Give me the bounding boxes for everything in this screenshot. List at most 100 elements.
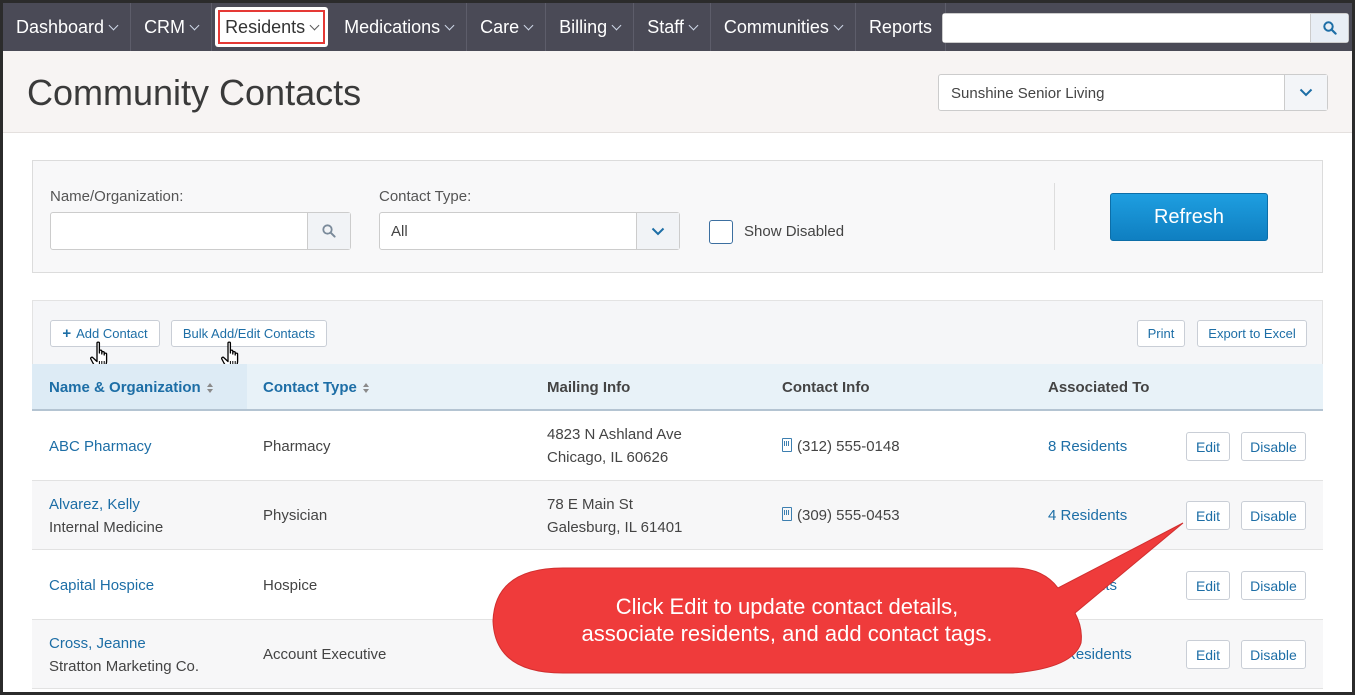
column-header-mailing: Mailing Info	[547, 379, 631, 396]
contact-name-link[interactable]: Cross, Jeanne	[49, 632, 146, 655]
top-nav: Dashboard CRM Residents Medications Care…	[3, 3, 1352, 51]
nav-label: Dashboard	[16, 16, 105, 37]
nav-label: Communities	[723, 16, 829, 37]
column-header-contact: Contact Info	[782, 379, 870, 396]
show-disabled-label: Show Disabled	[744, 223, 845, 240]
nav-crm[interactable]: CRM	[131, 3, 213, 51]
table-row: ABC Pharmacy Pharmacy 4823 N Ashland Ave…	[32, 412, 1323, 481]
chevron-down-icon	[444, 20, 455, 30]
column-header-type[interactable]: Contact Type	[263, 379, 370, 396]
nav-label: Billing	[559, 16, 608, 37]
sort-icon	[362, 383, 370, 394]
nav-label: Residents	[225, 16, 306, 37]
refresh-button[interactable]: Refresh	[1110, 193, 1268, 241]
chevron-down-icon	[651, 227, 665, 235]
bulk-edit-button[interactable]: Bulk Add/Edit Contacts	[171, 320, 327, 347]
plus-icon: +	[62, 325, 72, 342]
contact-type-dropdown-button[interactable]	[636, 213, 679, 249]
disable-button[interactable]: Disable	[1241, 571, 1306, 600]
global-search-button[interactable]	[1310, 14, 1348, 42]
contact-phone: (312) 555-0148	[782, 435, 900, 458]
nav-medications[interactable]: Medications	[331, 3, 468, 51]
edit-button[interactable]: Edit	[1186, 571, 1230, 600]
filter-panel: Name/Organization: Contact Type: All Sho…	[32, 160, 1323, 273]
nav-staff[interactable]: Staff	[634, 3, 711, 51]
mailing-line-1: 4823 N Ashland Ave	[547, 426, 682, 443]
office-phone-icon	[782, 507, 792, 521]
disable-button[interactable]: Disable	[1241, 640, 1306, 669]
mailing-line-1: 78 E Main St	[547, 496, 633, 513]
mailing-line-2: Galesburg, IL 61401	[547, 519, 683, 536]
community-dropdown-button[interactable]	[1284, 75, 1327, 110]
contact-organization: Stratton Marketing Co.	[49, 658, 200, 675]
contact-type: Account Executive	[263, 646, 387, 663]
nav-label: Staff	[647, 16, 684, 37]
nav-label: CRM	[144, 16, 186, 37]
name-filter-input[interactable]	[50, 212, 351, 250]
table-row: Alvarez, Kelly Internal Medicine Physici…	[32, 481, 1323, 550]
callout-text: Click Edit to update contact details, as…	[492, 593, 1082, 647]
disable-button[interactable]: Disable	[1241, 501, 1306, 530]
phone-number: (312) 555-0148	[797, 438, 900, 455]
show-disabled-checkbox[interactable]	[709, 220, 733, 244]
community-select-value: Sunshine Senior Living	[951, 85, 1105, 102]
name-filter-label: Name/Organization:	[50, 188, 184, 205]
contact-phone: (309) 555-0453	[782, 504, 900, 527]
column-header-name[interactable]: Name & Organization	[49, 379, 214, 396]
nav-care[interactable]: Care	[467, 3, 547, 51]
phone-number: (309) 555-0453	[797, 507, 900, 524]
callout-line-1: Click Edit to update contact details,	[615, 594, 959, 619]
page-title: Community Contacts	[27, 72, 362, 113]
add-contact-label: Add Contact	[76, 326, 148, 341]
table-header: Name & Organization Contact Type Mailing…	[32, 364, 1323, 411]
search-icon	[322, 224, 336, 238]
filter-divider	[1054, 183, 1055, 250]
associated-residents-link[interactable]: nts	[1097, 574, 1117, 597]
name-search-button[interactable]	[307, 213, 350, 249]
global-search-input[interactable]	[943, 14, 1308, 42]
chevron-down-icon	[309, 20, 320, 30]
chevron-down-icon	[189, 20, 200, 30]
contact-name-link[interactable]: ABC Pharmacy	[49, 435, 152, 458]
community-select[interactable]: Sunshine Senior Living	[938, 74, 1328, 111]
nav-label: Care	[480, 16, 520, 37]
print-button[interactable]: Print	[1137, 320, 1185, 347]
contact-type-label: Contact Type:	[379, 188, 472, 205]
contact-type-select[interactable]: All	[379, 212, 680, 250]
chevron-down-icon	[1299, 88, 1313, 97]
contact-type: Pharmacy	[263, 438, 331, 455]
associated-residents-link[interactable]: 4 Residents	[1048, 504, 1127, 527]
nav-label: Reports	[868, 16, 932, 37]
nav-residents[interactable]: Residents	[215, 7, 329, 47]
contact-name-link[interactable]: Alvarez, Kelly	[49, 493, 140, 516]
column-header-label: Name & Organization	[49, 379, 201, 396]
mailing-line-2: Chicago, IL 60626	[547, 449, 669, 466]
contact-type: Hospice	[263, 577, 318, 594]
chevron-down-icon	[108, 20, 119, 30]
column-header-label: Contact Type	[263, 379, 357, 396]
edit-button[interactable]: Edit	[1186, 432, 1230, 461]
export-excel-button[interactable]: Export to Excel	[1197, 320, 1307, 347]
associated-residents-link[interactable]: 8 Residents	[1048, 435, 1127, 458]
edit-button[interactable]: Edit	[1186, 501, 1230, 530]
nav-reports[interactable]: Reports	[856, 3, 946, 51]
sort-icon	[206, 383, 214, 394]
callout-line-2: associate residents, and add contact tag…	[581, 621, 993, 646]
disable-button[interactable]: Disable	[1241, 432, 1306, 461]
chevron-down-icon	[833, 20, 844, 30]
contact-type: Physician	[263, 507, 328, 524]
contact-name-link[interactable]: Capital Hospice	[49, 574, 154, 597]
chevron-down-icon	[523, 20, 534, 30]
office-phone-icon	[782, 438, 792, 452]
edit-button[interactable]: Edit	[1186, 640, 1230, 669]
app-window: Dashboard CRM Residents Medications Care…	[0, 0, 1355, 695]
page-header: Community Contacts Sunshine Senior Livin…	[3, 51, 1352, 133]
contact-organization: Internal Medicine	[49, 519, 164, 536]
contact-type-value: All	[391, 223, 408, 240]
nav-label: Medications	[344, 16, 441, 37]
column-header-associated: Associated To	[1048, 379, 1150, 396]
global-search	[942, 13, 1349, 43]
nav-dashboard[interactable]: Dashboard	[3, 3, 132, 51]
nav-billing[interactable]: Billing	[546, 3, 635, 51]
nav-communities[interactable]: Communities	[711, 3, 856, 51]
